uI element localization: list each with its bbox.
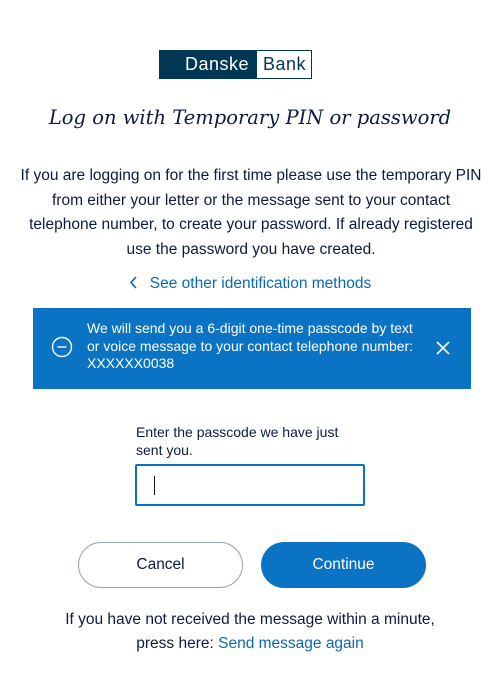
passcode-input[interactable] [135, 464, 365, 506]
close-icon[interactable] [435, 340, 451, 356]
minus-circle-icon [51, 336, 73, 358]
other-methods-link[interactable]: See other identification methods [0, 275, 500, 293]
info-banner-text: We will send you a 6-digit one-time pass… [87, 320, 414, 371]
info-banner: We will send you a 6-digit one-time pass… [33, 308, 471, 389]
cancel-button[interactable]: Cancel [78, 542, 243, 588]
send-message-again-link[interactable]: Send message again [218, 635, 364, 652]
page-title: Log on with Temporary PIN or password [48, 106, 452, 129]
passcode-label: Enter the passcode we have just sent you… [136, 424, 339, 458]
danske-bank-logo: Danske Bank [159, 50, 313, 79]
resend-message: If you have not received the message wit… [60, 608, 440, 656]
logon-page: Danske Bank Log on with Temporary PIN or… [0, 0, 500, 689]
text-caret [154, 476, 155, 495]
chevron-left-icon [129, 275, 138, 292]
intro-text: If you are logging on for the first time… [20, 167, 482, 258]
continue-button[interactable]: Continue [261, 542, 426, 588]
other-methods-label: See other identification methods [149, 275, 372, 292]
logo-right-text: Bank [257, 51, 312, 78]
logo-left-text: Danske [160, 51, 258, 78]
